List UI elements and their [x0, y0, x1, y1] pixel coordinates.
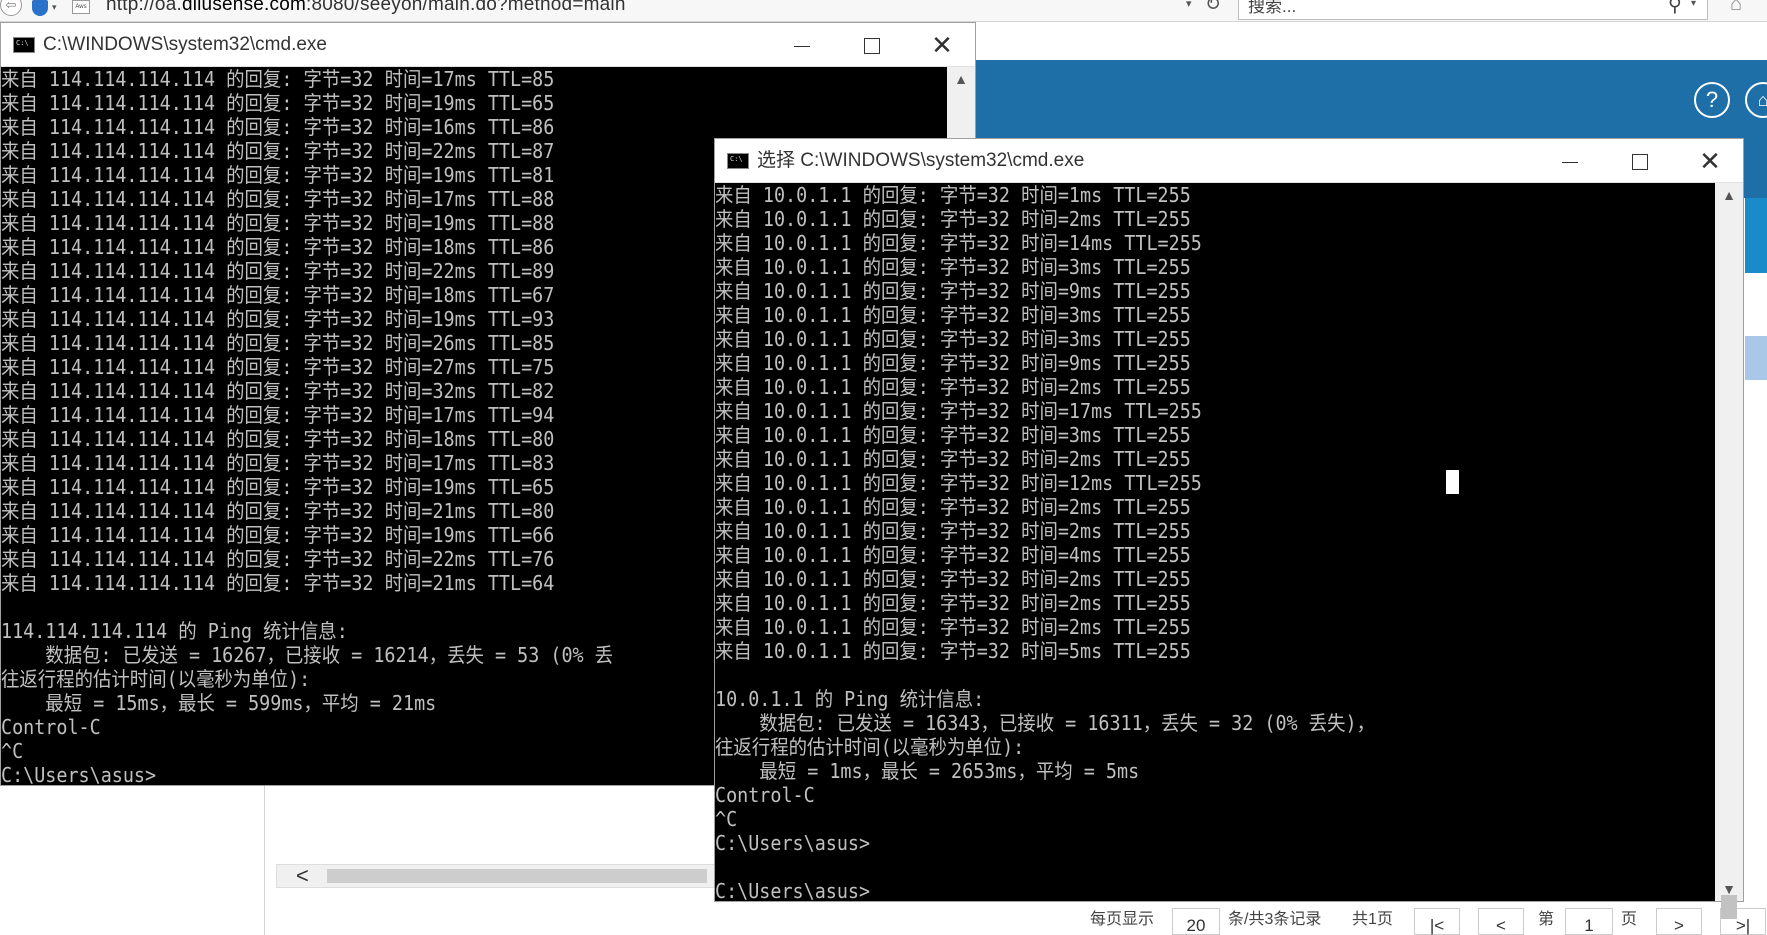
search-dropdown-icon[interactable]: ▾ [1691, 0, 1696, 9]
oa-selected-row[interactable] [1745, 336, 1767, 380]
page-favicon-icon: Aws [72, 0, 90, 14]
records-label: 条/共3条记录 [1228, 911, 1322, 928]
help-icon[interactable]: ? [1694, 82, 1730, 118]
window-title: C:\WINDOWS\system32\cmd.exe [43, 34, 327, 55]
title-bar[interactable]: 选择 C:\WINDOWS\system32\cmd.exe ✕ [715, 139, 1743, 183]
console-line: 来自 10.0.1.1 的回复: 字节=32 时间=3ms TTL=255 [715, 423, 1191, 447]
first-page-button[interactable]: |< [1414, 908, 1460, 935]
window-title: 选择 C:\WINDOWS\system32\cmd.exe [757, 150, 1085, 171]
minimize-button[interactable] [1535, 139, 1605, 183]
scroll-up-icon[interactable]: ▲ [947, 67, 975, 91]
console-line: C:\Users\asus> [715, 879, 871, 901]
prev-page-button[interactable]: < [1478, 908, 1524, 935]
minimize-button[interactable] [767, 23, 837, 67]
console-line: 来自 10.0.1.1 的回复: 字节=32 时间=14ms TTL=255 [715, 231, 1202, 255]
shield-icon[interactable] [32, 0, 48, 16]
console-line: 来自 10.0.1.1 的回复: 字节=32 时间=2ms TTL=255 [715, 447, 1191, 471]
refresh-icon[interactable]: ↻ [1205, 0, 1221, 15]
console-line: 来自 10.0.1.1 的回复: 字节=32 时间=2ms TTL=255 [715, 591, 1191, 615]
console-line: 来自 10.0.1.1 的回复: 字节=32 时间=2ms TTL=255 [715, 207, 1191, 231]
text-cursor [1446, 470, 1459, 494]
page-suffix-label: 页 [1621, 911, 1638, 928]
pages-label: 共1页 [1352, 911, 1393, 928]
console-line: C:\Users\asus> [715, 831, 871, 855]
close-button[interactable]: ✕ [1675, 139, 1745, 183]
address-dropdown-icon[interactable]: ▾ [1186, 0, 1192, 10]
console-output[interactable]: 来自 10.0.1.1 的回复: 字节=32 时间=1ms TTL=255 来自 … [715, 183, 1715, 901]
maximize-button[interactable] [837, 23, 907, 67]
per-page-label: 每页显示 [1090, 911, 1155, 928]
console-line: 来自 10.0.1.1 的回复: 字节=32 时间=4ms TTL=255 [715, 543, 1191, 567]
per-page-input[interactable]: 20 [1172, 908, 1220, 935]
chevron-down-icon[interactable]: ▾ [52, 0, 57, 14]
console-line: 来自 10.0.1.1 的回复: 字节=32 时间=3ms TTL=255 [715, 327, 1191, 351]
console-line: 10.0.1.1 的 Ping 统计信息: [715, 687, 985, 711]
address-bar[interactable]: http://oa.dilusense.com:8080/seeyon/main… [106, 0, 626, 15]
browser-toolbar: ⇦ ▾ Aws http://oa.dilusense.com:8080/see… [0, 0, 1767, 22]
console-line: ^C [715, 807, 738, 831]
console-line: 来自 10.0.1.1 的回复: 字节=32 时间=5ms TTL=255 [715, 639, 1191, 663]
console-line: 来自 10.0.1.1 的回复: 字节=32 时间=2ms TTL=255 [715, 567, 1191, 591]
console-line: 来自 10.0.1.1 的回复: 字节=32 时间=9ms TTL=255 [715, 351, 1191, 375]
url-prefix: http://oa. [106, 0, 182, 15]
scroll-down-icon[interactable]: ▼ [1715, 877, 1743, 901]
cmd-app-icon[interactable] [727, 153, 749, 169]
scroll-up-icon[interactable]: ▲ [1715, 183, 1743, 207]
console-line: 来自 10.0.1.1 的回复: 字节=32 时间=12ms TTL=255 [715, 471, 1202, 495]
console-line: 来自 114.114.114.114 的回复: 字节=32 时间=19ms TT… [1, 91, 555, 115]
cmd-app-icon[interactable] [13, 37, 35, 53]
page-number-input[interactable]: 1 [1565, 908, 1613, 935]
console-line: 来自 10.0.1.1 的回复: 字节=32 时间=3ms TTL=255 [715, 303, 1191, 327]
console-line: 来自 114.114.114.114 的回复: 字节=32 时间=16ms TT… [1, 115, 555, 139]
console-line: 来自 10.0.1.1 的回复: 字节=32 时间=1ms TTL=255 [715, 183, 1191, 207]
console-line: 来自 114.114.114.114 的回复: 字节=32 时间=17ms TT… [1, 67, 555, 91]
close-button[interactable]: ✕ [907, 23, 977, 67]
browser-home-icon[interactable]: ⌂ [1730, 0, 1752, 16]
title-bar[interactable]: C:\WINDOWS\system32\cmd.exe ✕ [1, 23, 975, 67]
vertical-scrollbar[interactable]: ▲ ▼ [1715, 183, 1743, 919]
console-line: 来自 10.0.1.1 的回复: 字节=32 时间=2ms TTL=255 [715, 375, 1191, 399]
console-line: Control-C [715, 783, 815, 807]
console-line: 来自 10.0.1.1 的回复: 字节=32 时间=2ms TTL=255 [715, 519, 1191, 543]
url-domain: dilusense.com [181, 0, 307, 15]
console-line: 最短 = 1ms，最长 = 2653ms，平均 = 5ms [715, 759, 1140, 783]
console-line: 来自 10.0.1.1 的回复: 字节=32 时间=17ms TTL=255 [715, 399, 1202, 423]
console-line: 来自 10.0.1.1 的回复: 字节=32 时间=2ms TTL=255 [715, 495, 1191, 519]
console-line: 来自 10.0.1.1 的回复: 字节=32 时间=2ms TTL=255 [715, 615, 1191, 639]
url-path: :8080/seeyon/main.do?method=main [306, 0, 626, 15]
cmd-window-2[interactable]: 选择 C:\WINDOWS\system32\cmd.exe ✕ 来自 10.0… [714, 138, 1744, 919]
page-prefix-label: 第 [1538, 911, 1555, 928]
next-page-button[interactable]: > [1656, 908, 1702, 935]
scrollbar-thumb[interactable] [327, 869, 707, 883]
console-line: 数据包: 已发送 = 16343，已接收 = 16311，丢失 = 32 (0%… [715, 711, 1375, 735]
console-line: 来自 10.0.1.1 的回复: 字节=32 时间=9ms TTL=255 [715, 279, 1191, 303]
scroll-left-icon[interactable]: < [296, 864, 309, 888]
search-icon[interactable]: ⚲ [1668, 0, 1682, 16]
search-input[interactable]: 搜索... [1238, 0, 1708, 20]
oa-nav-strip [1745, 198, 1767, 273]
maximize-button[interactable] [1605, 139, 1675, 183]
console-line: 来自 10.0.1.1 的回复: 字节=32 时间=3ms TTL=255 [715, 255, 1191, 279]
oa-left-panel [0, 780, 265, 935]
horizontal-scrollbar[interactable] [276, 864, 716, 888]
back-arrow-icon[interactable]: ⇦ [0, 0, 22, 16]
console-line: 往返行程的估计时间(以毫秒为单位): [715, 735, 1025, 759]
search-placeholder: 搜索... [1248, 0, 1297, 16]
pagination-bar: 每页显示 [1090, 905, 1154, 929]
